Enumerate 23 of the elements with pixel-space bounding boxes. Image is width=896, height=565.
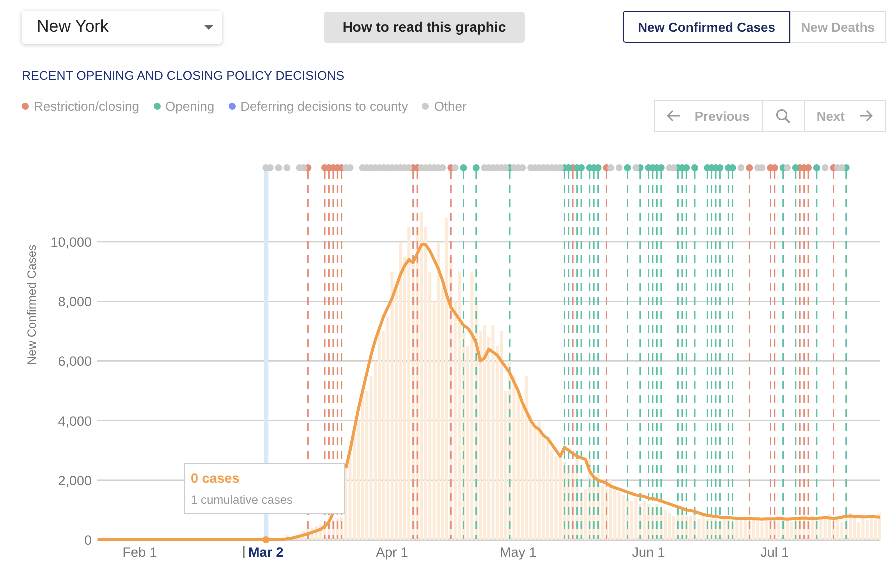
- y-axis-title: New Confirmed Cases: [25, 244, 39, 366]
- legend-label: Deferring decisions to county: [240, 99, 408, 114]
- y-axis-label: 10,000: [50, 235, 92, 250]
- legend-label: Restriction/closing: [34, 99, 140, 114]
- x-axis-label: Jul 1: [760, 545, 790, 560]
- x-axis-label: Apr 1: [376, 545, 408, 560]
- y-axis-label: 4,000: [58, 414, 92, 429]
- help-button[interactable]: How to read this graphic: [324, 12, 525, 42]
- y-axis-label: 6,000: [58, 354, 92, 370]
- x-axis-label: May 1: [500, 545, 537, 560]
- section-title: RECENT OPENING AND CLOSING POLICY DECISIONS: [22, 69, 346, 83]
- y-axis-label: 0: [84, 533, 92, 548]
- legend-label: Opening: [166, 99, 215, 114]
- metric-tab[interactable]: New Confirmed Cases: [623, 11, 790, 43]
- legend-label: Other: [434, 99, 467, 114]
- x-axis-label: Feb 1: [122, 545, 158, 560]
- x-axis-label: Jun 1: [632, 545, 666, 560]
- region-select[interactable]: New York: [22, 10, 222, 44]
- x-axis-label: Mar 2: [248, 545, 284, 560]
- tooltip-title: 0 cases: [191, 471, 241, 486]
- tooltip-subtitle: 1 cumulative cases: [191, 493, 294, 507]
- y-axis-label: 8,000: [58, 294, 92, 310]
- y-axis-label: 2,000: [58, 473, 92, 488]
